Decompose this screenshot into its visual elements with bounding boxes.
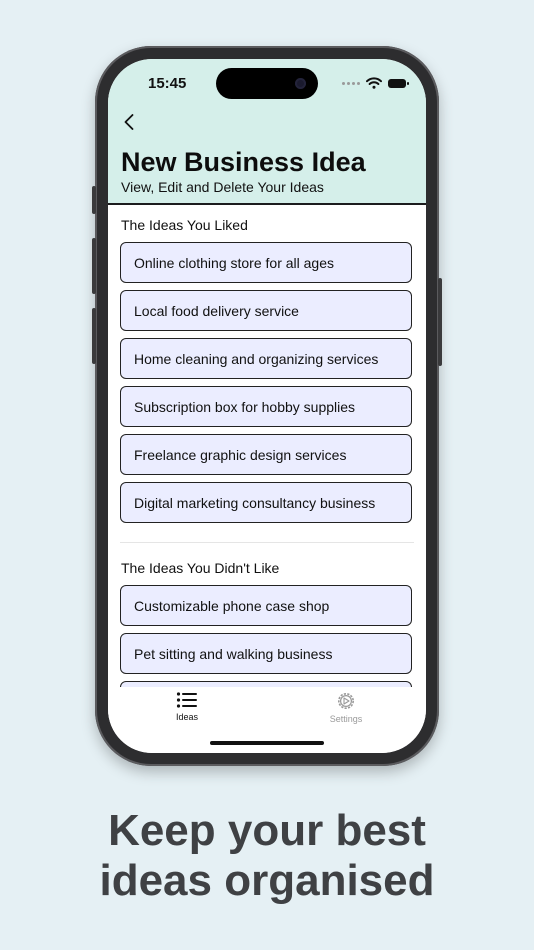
section-divider [120, 542, 414, 543]
ideas-list[interactable]: The Ideas You Liked Online clothing stor… [108, 205, 426, 687]
gear-icon [338, 693, 354, 709]
liked-idea-item[interactable]: Freelance graphic design services [120, 434, 412, 475]
action-button [92, 186, 96, 214]
battery-icon [388, 78, 409, 88]
promo-caption: Keep your best ideas organised [0, 806, 534, 906]
liked-idea-item[interactable]: Digital marketing consultancy business [120, 482, 412, 523]
volume-down-button [92, 308, 96, 364]
liked-section-title: The Ideas You Liked [121, 217, 248, 233]
caption-line-1: Keep your best [108, 806, 426, 855]
disliked-idea-item[interactable]: Customizable phone case shop [120, 585, 412, 626]
list-icon [176, 692, 197, 708]
page-subtitle: View, Edit and Delete Your Ideas [121, 179, 324, 195]
liked-idea-item[interactable]: Subscription box for hobby supplies [120, 386, 412, 427]
dynamic-island [216, 68, 318, 99]
chevron-left-icon [124, 114, 134, 130]
header: 15:45 New Business Idea View, Edit and D… [108, 59, 426, 205]
disliked-section-title: The Ideas You Didn't Like [121, 560, 280, 576]
liked-idea-item[interactable]: Online clothing store for all ages [120, 242, 412, 283]
page-title: New Business Idea [121, 147, 366, 177]
phone-screen: 15:45 New Business Idea View, Edit and D… [108, 59, 426, 753]
caption-line-2: ideas organised [99, 856, 435, 905]
tab-ideas[interactable]: Ideas [147, 691, 227, 727]
status-icons [342, 77, 409, 89]
back-button[interactable] [118, 111, 140, 133]
wifi-icon [366, 77, 382, 89]
phone-frame: 15:45 New Business Idea View, Edit and D… [92, 46, 442, 766]
power-button [438, 278, 442, 366]
tab-ideas-label: Ideas [175, 712, 199, 722]
liked-idea-item[interactable]: Home cleaning and organizing services [120, 338, 412, 379]
status-time: 15:45 [148, 75, 187, 92]
tab-settings-label: Settings [329, 714, 363, 724]
home-indicator [210, 741, 324, 745]
cellular-signal-icon [342, 81, 360, 85]
liked-idea-item[interactable]: Local food delivery service [120, 290, 412, 331]
disliked-idea-item[interactable]: Pet sitting and walking business [120, 633, 412, 674]
camera-icon [295, 78, 306, 89]
volume-up-button [92, 238, 96, 294]
tab-settings[interactable]: Settings [306, 691, 386, 727]
